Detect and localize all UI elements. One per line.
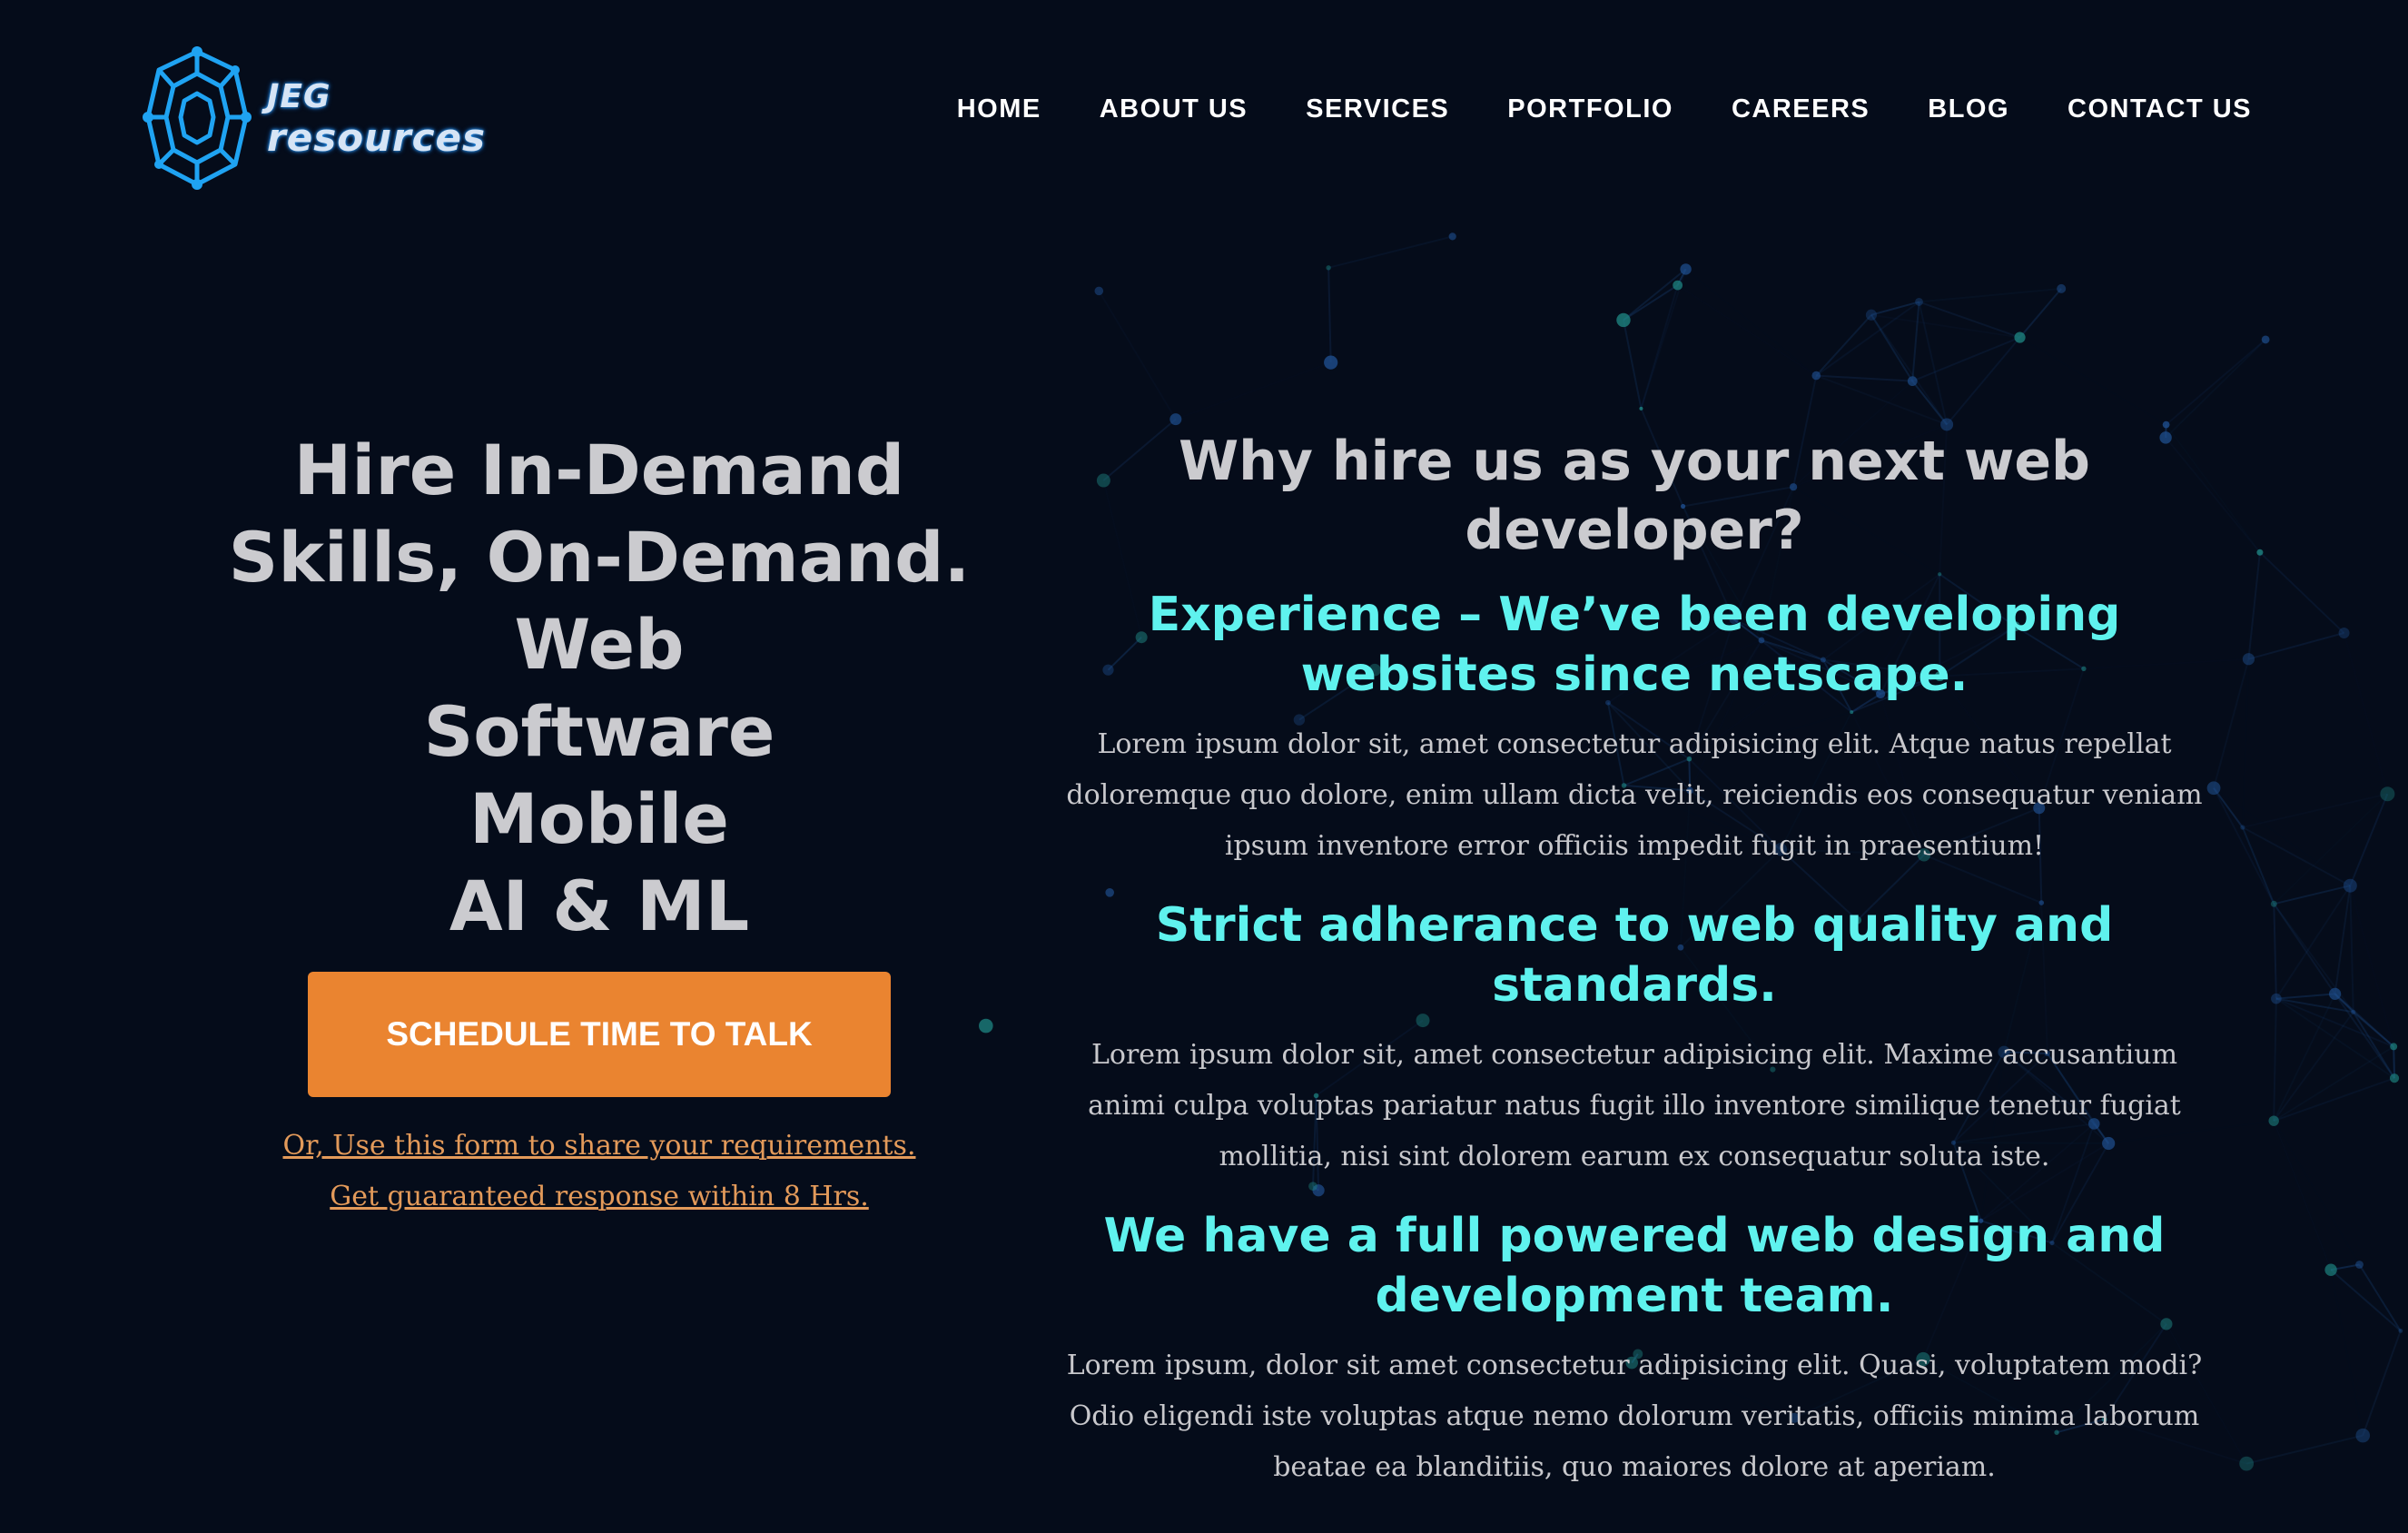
logo-text-resources: resources bbox=[267, 115, 487, 160]
hero-title-line: AI & ML bbox=[449, 865, 750, 946]
nav-about-us[interactable]: ABOUT US bbox=[1100, 94, 1248, 124]
page: JEG resources HOME ABOUT US SERVICES POR… bbox=[0, 0, 2408, 1533]
nav-portfolio[interactable]: PORTFOLIO bbox=[1507, 94, 1673, 124]
main-nav: HOME ABOUT US SERVICES PORTFOLIO CAREERS… bbox=[957, 94, 2252, 124]
logo-wordmark: JEG resources bbox=[267, 81, 486, 157]
feature-item: Strict adherance to web quality and stan… bbox=[1035, 895, 2234, 1182]
hero-title: Hire In-Demand Skills, On-Demand. Web So… bbox=[191, 427, 1008, 950]
feature-text: Lorem ipsum, dolor sit amet consectetur … bbox=[1066, 1350, 2203, 1483]
logo-text-jeg: JEG bbox=[267, 78, 331, 115]
nav-careers[interactable]: CAREERS bbox=[1732, 94, 1870, 124]
feature-item: We have a full powered web design and de… bbox=[1035, 1206, 2234, 1493]
hero-title-line: Software bbox=[423, 691, 775, 772]
why-hire-us-title: Why hire us as your next web developer? bbox=[1178, 430, 2091, 562]
feature-heading: We have a full powered web design and de… bbox=[1103, 1209, 2166, 1323]
hero-title-line: Hire In-Demand bbox=[293, 430, 905, 510]
hero-title-line: Web bbox=[514, 604, 685, 685]
schedule-time-button[interactable]: SCHEDULE TIME TO TALK bbox=[308, 972, 891, 1097]
feature-text: Lorem ipsum dolor sit, amet consectetur … bbox=[1088, 1039, 2181, 1172]
feature-item: Experience – We’ve been developing websi… bbox=[1035, 585, 2234, 872]
feature-heading: Experience – We’ve been developing websi… bbox=[1148, 588, 2121, 702]
hero-section: Hire In-Demand Skills, On-Demand. Web So… bbox=[191, 427, 1008, 1222]
feature-heading: Strict adherance to web quality and stan… bbox=[1155, 898, 2114, 1013]
requirements-form-link[interactable]: Or, Use this form to share your requirem… bbox=[254, 1121, 944, 1222]
hero-title-line: Skills, On-Demand. bbox=[228, 517, 971, 598]
site-logo[interactable]: JEG resources bbox=[141, 45, 486, 193]
nav-contact-us[interactable]: CONTACT US bbox=[2068, 94, 2252, 124]
nav-home[interactable]: HOME bbox=[957, 94, 1041, 124]
nav-blog[interactable]: BLOG bbox=[1928, 94, 2009, 124]
feature-text: Lorem ipsum dolor sit, amet consectetur … bbox=[1066, 728, 2203, 862]
why-hire-us-section: Why hire us as your next web developer? … bbox=[1035, 427, 2234, 1493]
nav-services[interactable]: SERVICES bbox=[1306, 94, 1449, 124]
circuit-octagon-icon bbox=[143, 46, 252, 190]
hero-title-line: Mobile bbox=[469, 778, 729, 859]
